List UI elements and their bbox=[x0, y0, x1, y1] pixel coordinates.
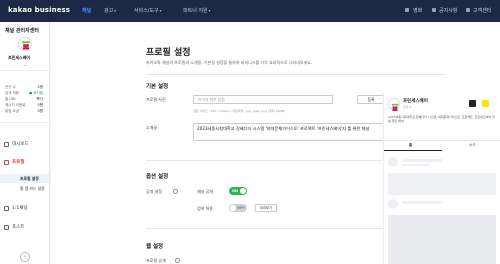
nav-partner-support[interactable]: 파트너 지원▾ bbox=[183, 7, 210, 14]
placeholder-avatar bbox=[388, 157, 398, 167]
info-icon bbox=[173, 189, 178, 194]
nav-ads[interactable]: 광고▾ bbox=[104, 7, 116, 14]
chevron-down-icon: ▾ bbox=[114, 9, 116, 13]
customer-center-link[interactable]: 고객센터 bbox=[473, 7, 491, 14]
option-settings-heading: 옵션 설정 bbox=[146, 174, 169, 180]
placeholder-avatar bbox=[388, 199, 398, 209]
add-friend-icon bbox=[482, 100, 489, 107]
raspberry-logo-icon bbox=[391, 103, 399, 112]
user-icon bbox=[405, 8, 409, 12]
channel-public-toggle[interactable]: ON bbox=[229, 187, 247, 195]
divider bbox=[0, 70, 50, 71]
preview-description: 2023세종시창대학교 장혜디더 시스템 '여대문제가이스토' 프로젝트 '프린… bbox=[388, 115, 495, 124]
search-allow-toggle[interactable]: OFF bbox=[229, 204, 247, 212]
collapse-sidebar-icon[interactable]: ‹ bbox=[20, 252, 30, 262]
raspberry-logo-icon bbox=[22, 41, 30, 50]
page-description: 카카오톡 채널의 프로필과 소개말, 기본정 설정을 통하여 비지니스를 더욱 … bbox=[146, 60, 313, 65]
post-icon bbox=[4, 224, 9, 230]
stat-friends-label: 친구 수 bbox=[5, 85, 16, 89]
chevron-down-icon: ▾ bbox=[159, 9, 162, 13]
web-settings-heading: 웹 설정 bbox=[146, 244, 164, 250]
basic-settings-heading: 기본 설정 bbox=[146, 84, 169, 90]
chevron-down-icon: ▾ bbox=[208, 9, 211, 13]
channel-name: 프린세스베어 bbox=[8, 55, 31, 60]
stat-alarm-fee-value: 0원 bbox=[37, 109, 43, 113]
stat-alarm-fee-label: 알림 요금 bbox=[5, 109, 19, 113]
channel-public-label: 채널 공개 bbox=[197, 189, 213, 194]
stat-message-fee-value: 0원 bbox=[37, 103, 43, 107]
top-navigation-bar: kakao business 채널 광고▾ 서비스/도구▾ 파트너 지원▾ 영화… bbox=[0, 0, 500, 22]
stat-search-label: 검색 허용 bbox=[5, 91, 19, 95]
profile-photo-input[interactable]: 이미지 첨부 없음 bbox=[193, 95, 333, 104]
placeholder-image bbox=[388, 215, 496, 264]
nav-channel[interactable]: 채널 bbox=[82, 7, 91, 14]
placeholder-line bbox=[402, 159, 442, 162]
stat-home-url-label: 홈 URL bbox=[5, 97, 17, 101]
placeholder-line bbox=[402, 164, 430, 166]
sidebar-title: 채널 관리자센터 bbox=[5, 28, 39, 34]
stat-message-fee-label: 메시지 이용료 bbox=[5, 103, 26, 107]
menu-dashboard[interactable]: 대시보드 bbox=[4, 141, 29, 147]
chat-icon bbox=[469, 100, 476, 107]
preview-channel-name: 프린세스베어 bbox=[403, 99, 428, 104]
divider bbox=[384, 140, 500, 141]
help-icon bbox=[466, 8, 470, 12]
notice-link[interactable]: 공지사항 bbox=[439, 7, 457, 14]
dashboard-icon bbox=[4, 141, 9, 147]
sidebar: 채널 관리자센터 프린세스베어 ⌄ 친구 수 5명 검색 허용 ● 하시됨 홈 … bbox=[0, 22, 50, 264]
profile-icon bbox=[4, 159, 9, 165]
profile-photo-label: 프로필 사진 bbox=[146, 97, 166, 102]
public-settings-label: 공개 설정 bbox=[146, 189, 162, 194]
preview-tab-news: 소식 bbox=[469, 143, 476, 147]
divider bbox=[0, 122, 50, 123]
preview-friend-count: 친구 5 bbox=[403, 105, 412, 109]
menu-post[interactable]: 포스트 bbox=[4, 224, 24, 230]
menu-profile[interactable]: 프로필 bbox=[4, 159, 24, 165]
submenu-profile-settings[interactable]: 프로필 설정 bbox=[0, 174, 49, 183]
divider bbox=[146, 74, 446, 75]
notice-icon bbox=[432, 8, 436, 12]
preview-tab-home: 홈 bbox=[409, 143, 413, 147]
nav-services-tools[interactable]: 서비스/도구▾ bbox=[134, 7, 161, 14]
preview-button[interactable]: 미리보기 bbox=[255, 203, 277, 212]
web-profile-public-label: 프로필 공개 bbox=[146, 258, 166, 263]
kakao-business-logo[interactable]: kakao business bbox=[8, 6, 70, 14]
stat-search-value: ● 하시됨 bbox=[29, 91, 43, 95]
photo-hint: 권장 사이즈 : 640 x 640px / 지원파일 : jpg, jpeg,… bbox=[193, 109, 286, 113]
active-tab-indicator bbox=[384, 150, 442, 151]
register-button[interactable]: 등록 bbox=[357, 95, 385, 104]
profile-preview-panel: 프린세스베어 친구 5 2023세종시창대학교 장혜디더 시스템 '여대문제가이… bbox=[383, 93, 500, 264]
copy-url-link[interactable]: 복사 bbox=[37, 97, 43, 102]
chat-icon bbox=[4, 205, 9, 211]
search-allow-label: 검색 허용 bbox=[197, 206, 213, 211]
menu-chat[interactable]: 1:1채팅 bbox=[4, 205, 28, 211]
intro-label: 소개글 bbox=[146, 125, 158, 130]
placeholder-card bbox=[388, 173, 496, 195]
chevron-down-icon[interactable]: ⌄ bbox=[23, 62, 26, 67]
intro-textarea[interactable]: 2023세종시창대학교 장혜디더 시스템 '여대문제가이스토' 프로젝트 '프린… bbox=[193, 123, 385, 141]
stat-friends-value: 5명 bbox=[37, 85, 43, 89]
info-icon bbox=[175, 258, 180, 263]
user-name-link[interactable]: 영화 bbox=[413, 7, 422, 14]
channel-avatar[interactable] bbox=[18, 37, 32, 51]
page-title: 프로필 설정 bbox=[146, 48, 191, 58]
submenu-home-tab-card[interactable]: 홈 탭 카드 설정 bbox=[0, 184, 49, 193]
placeholder-line bbox=[402, 201, 442, 204]
preview-avatar bbox=[388, 98, 400, 112]
